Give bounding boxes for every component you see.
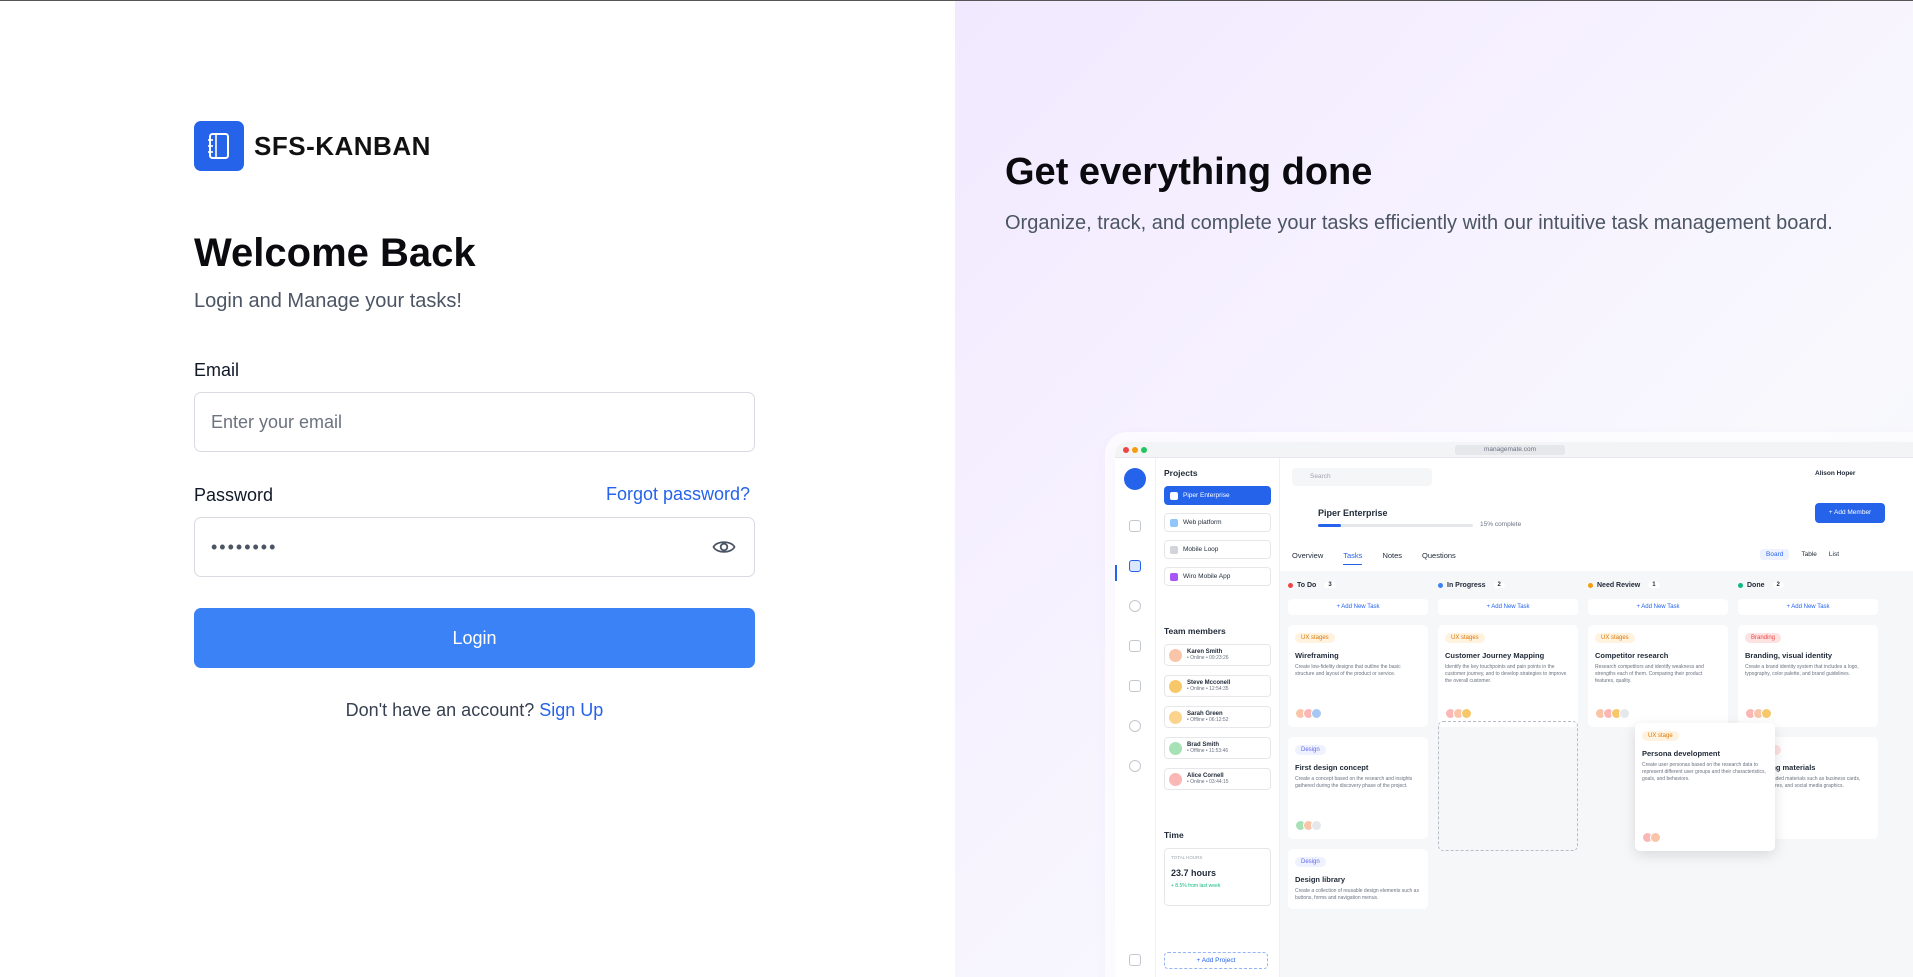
app-preview-image: managemate.com Projects Piper Enterprise… bbox=[1115, 442, 1913, 977]
dragged-task-card: UX stage Persona development Create user… bbox=[1635, 723, 1775, 851]
task-card: UX stages Wireframing Create low-fidelit… bbox=[1288, 625, 1428, 727]
signup-line: Don't have an account? Sign Up bbox=[194, 700, 755, 721]
time-value: 23.7 hours bbox=[1171, 868, 1217, 878]
task-card: Design First design concept Create a con… bbox=[1288, 737, 1428, 839]
tab-tasks: Tasks bbox=[1343, 551, 1363, 565]
rail-active-indicator bbox=[1115, 565, 1117, 581]
column-todo: To Do 3 + Add New Task UX stages Wirefram… bbox=[1288, 579, 1428, 909]
time-caption: TOTAL HOURS bbox=[1171, 855, 1203, 860]
preview-progress-label: 15% complete bbox=[1480, 521, 1522, 528]
team-heading: Team members bbox=[1164, 626, 1226, 636]
member-item: Steve Mcconell • Online • 12:54:35 bbox=[1164, 675, 1271, 697]
calendar-icon bbox=[1129, 640, 1141, 652]
project-item: Wiro Mobile App bbox=[1164, 567, 1271, 586]
add-member-button: + Add Member bbox=[1815, 503, 1885, 523]
column-in-progress: In Progress 2 + Add New Task UX stages Cu… bbox=[1438, 579, 1578, 727]
preview-tabs: Overview Tasks Notes Questions bbox=[1292, 551, 1456, 565]
tab-questions: Questions bbox=[1422, 551, 1456, 560]
task-card: Branding Branding, visual identity Creat… bbox=[1738, 625, 1878, 727]
preview-board: To Do 3 + Add New Task UX stages Wirefram… bbox=[1280, 571, 1913, 977]
help-icon bbox=[1129, 760, 1141, 772]
view-board: Board bbox=[1760, 549, 1790, 560]
preview-progress-bar bbox=[1318, 524, 1473, 527]
board-icon bbox=[1129, 560, 1141, 572]
email-label: Email bbox=[194, 360, 240, 380]
task-card: UX stages Competitor research Research c… bbox=[1588, 625, 1728, 727]
project-item: Mobile Loop bbox=[1164, 540, 1271, 559]
page-title: Welcome Back bbox=[194, 231, 476, 275]
window-dot-red bbox=[1123, 447, 1129, 453]
login-panel: SFS-KANBAN Welcome Back Login and Manage… bbox=[0, 1, 955, 977]
page-subtitle: Login and Manage your tasks! bbox=[194, 290, 462, 312]
add-task: + Add New Task bbox=[1288, 599, 1428, 615]
tab-notes: Notes bbox=[1382, 551, 1403, 560]
notebook-icon bbox=[194, 121, 244, 171]
projects-heading: Projects bbox=[1164, 468, 1198, 478]
preview-views: Board Table List bbox=[1760, 549, 1840, 560]
brand-name: SFS-KANBAN bbox=[254, 130, 431, 161]
signup-link[interactable]: Sign Up bbox=[539, 700, 603, 720]
preview-project-title: Piper Enterprise bbox=[1318, 508, 1388, 518]
grid-icon bbox=[1129, 520, 1141, 532]
member-item: Sarah Green • Offline • 06:12:52 bbox=[1164, 706, 1271, 728]
time-widget: TOTAL HOURS 23.7 hours + 8.5% from last … bbox=[1164, 848, 1271, 906]
preview-window-bar: managemate.com bbox=[1115, 442, 1913, 458]
promo-subtitle: Organize, track, and complete your tasks… bbox=[1005, 212, 1833, 234]
member-item: Brad Smith • Offline • 11:53:46 bbox=[1164, 737, 1271, 759]
add-task: + Add New Task bbox=[1738, 599, 1878, 615]
column-need-review: Need Review 1 + Add New Task UX stages Co… bbox=[1588, 579, 1728, 727]
promo-panel: Get everything done Organize, track, and… bbox=[955, 1, 1913, 977]
password-input[interactable]: •••••••• bbox=[211, 537, 710, 558]
task-card: Design Design library Create a collectio… bbox=[1288, 849, 1428, 909]
view-table: Table bbox=[1801, 551, 1817, 558]
add-task: + Add New Task bbox=[1438, 599, 1578, 615]
preview-user: Alison Hoper bbox=[1815, 470, 1856, 477]
preview-project-sidebar: Projects Piper Enterprise Web platform M… bbox=[1156, 458, 1280, 977]
password-field[interactable]: •••••••• bbox=[194, 517, 755, 577]
logout-icon bbox=[1129, 954, 1141, 966]
preview-logo-icon bbox=[1124, 468, 1146, 490]
support-icon bbox=[1129, 720, 1141, 732]
eye-icon[interactable] bbox=[710, 533, 738, 561]
brand: SFS-KANBAN bbox=[194, 121, 431, 171]
signup-prompt: Don't have an account? bbox=[345, 700, 535, 720]
member-item: Karen Smith • Online • 09:23:26 bbox=[1164, 644, 1271, 666]
preview-main: Search Alison Hoper Piper Enterprise 15%… bbox=[1280, 458, 1913, 977]
time-delta: + 8.5% from last week bbox=[1171, 883, 1221, 889]
window-dot-green bbox=[1141, 447, 1147, 453]
view-list: List bbox=[1828, 551, 1840, 558]
window-dot-yellow bbox=[1132, 447, 1138, 453]
login-button[interactable]: Login bbox=[194, 608, 755, 668]
chart-icon bbox=[1129, 680, 1141, 692]
password-label: Password bbox=[194, 485, 274, 505]
task-card: UX stages Customer Journey Mapping Ident… bbox=[1438, 625, 1578, 727]
promo-title: Get everything done bbox=[1005, 151, 1373, 193]
preview-url: managemate.com bbox=[1455, 445, 1565, 455]
email-field[interactable] bbox=[194, 392, 755, 452]
clock-icon bbox=[1129, 600, 1141, 612]
email-input[interactable] bbox=[211, 411, 738, 433]
member-item: Alice Cornell • Online • 03:44:15 bbox=[1164, 768, 1271, 790]
project-item: Piper Enterprise bbox=[1164, 486, 1271, 505]
add-project-button: + Add Project bbox=[1164, 952, 1268, 969]
time-heading: Time bbox=[1164, 830, 1184, 840]
tab-overview: Overview bbox=[1292, 551, 1324, 560]
preview-search: Search bbox=[1292, 468, 1432, 486]
drop-placeholder bbox=[1438, 721, 1578, 851]
add-task: + Add New Task bbox=[1588, 599, 1728, 615]
preview-icon-rail bbox=[1115, 458, 1156, 977]
project-item: Web platform bbox=[1164, 513, 1271, 532]
forgot-password-link[interactable]: Forgot password? bbox=[606, 484, 750, 505]
